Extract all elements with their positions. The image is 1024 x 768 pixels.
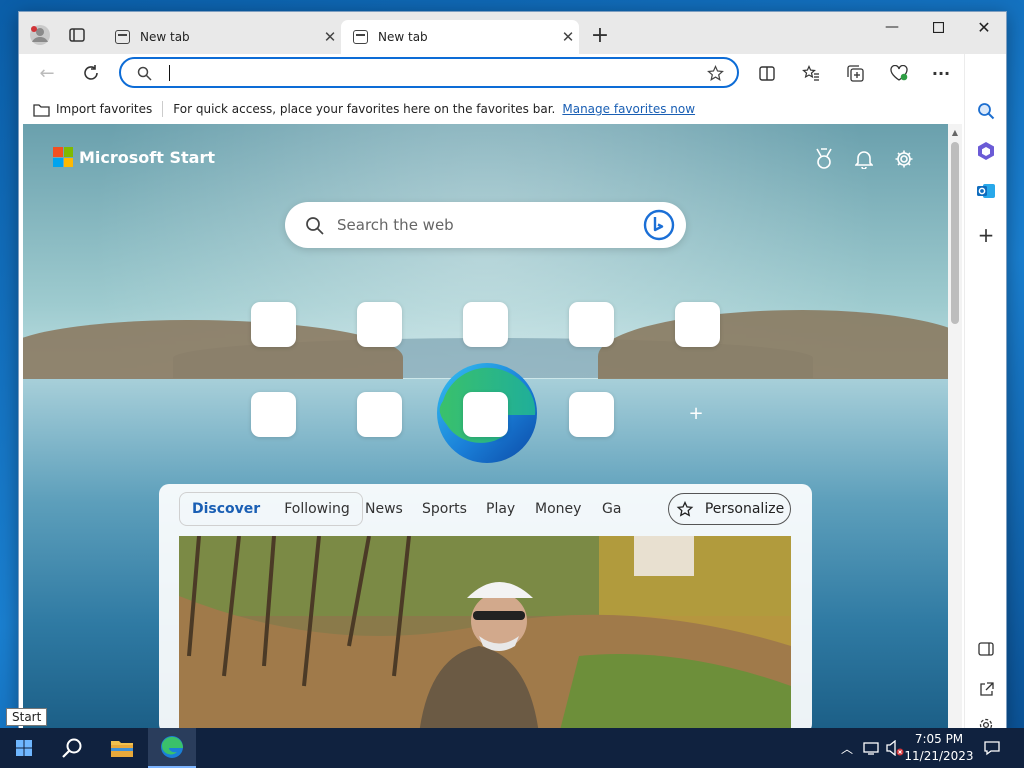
sidebar-hide-icon[interactable]: [965, 634, 1007, 664]
clock-time: 7:05 PM: [914, 732, 964, 746]
manage-favorites-link[interactable]: Manage favorites now: [562, 102, 695, 116]
tab-title: New tab: [140, 30, 190, 44]
import-favorites-icon: [32, 101, 50, 117]
maximize-icon[interactable]: [915, 12, 961, 42]
tab-favicon-icon: [353, 30, 368, 44]
start-tooltip: Start: [6, 708, 48, 726]
address-input[interactable]: [165, 62, 685, 83]
open-external-icon[interactable]: [965, 674, 1007, 704]
bing-chat-icon[interactable]: [642, 208, 676, 242]
microsoft-start-logo[interactable]: Microsoft Start: [53, 147, 215, 167]
tab-following[interactable]: Following: [272, 501, 362, 517]
tab-favicon-icon: [115, 30, 130, 44]
new-tab-page: Microsoft Start Search the web + Discove…: [23, 124, 948, 729]
divider: [162, 101, 164, 117]
tab-active[interactable]: New tab ✕: [341, 20, 579, 54]
quick-link-tile[interactable]: [251, 302, 296, 347]
taskbar: ︿ 7:05 PM 11/21/2023: [0, 728, 1024, 768]
quick-link-tile[interactable]: [251, 392, 296, 437]
category-gaming[interactable]: Ga: [602, 492, 621, 526]
sidebar-search-icon[interactable]: [965, 96, 1007, 126]
close-icon[interactable]: ✕: [961, 12, 1007, 42]
brand-name: Microsoft Start: [79, 147, 215, 167]
windows-start-icon[interactable]: [0, 728, 48, 768]
edge-window: New tab ✕ New tab ✕ + — ✕ ← ··· Import f…: [18, 11, 1007, 733]
more-icon[interactable]: ···: [928, 60, 954, 86]
profile-icon[interactable]: [27, 22, 53, 48]
close-tab-icon[interactable]: ✕: [557, 28, 579, 46]
navigation-bar: ← ···: [19, 54, 1006, 94]
category-news[interactable]: News: [365, 492, 403, 526]
refresh-icon[interactable]: [77, 60, 105, 86]
category-money[interactable]: Money: [535, 492, 581, 526]
favorites-icon[interactable]: [798, 60, 824, 86]
address-bar[interactable]: [119, 57, 739, 88]
page-scrollbar[interactable]: ▲: [948, 124, 962, 729]
sidebar-add-icon[interactable]: +: [965, 220, 1007, 250]
tab-strip: New tab ✕ New tab ✕ + — ✕: [19, 12, 1006, 54]
category-play[interactable]: Play: [486, 492, 515, 526]
collections-icon[interactable]: [842, 60, 868, 86]
split-screen-icon[interactable]: [754, 60, 780, 86]
tab-discover[interactable]: Discover: [180, 501, 272, 517]
quick-link-tile[interactable]: [357, 302, 402, 347]
personalize-label: Personalize: [704, 501, 785, 517]
taskbar-search-icon[interactable]: [48, 728, 96, 768]
tab-actions-icon[interactable]: [65, 24, 89, 46]
quick-link-tile[interactable]: [357, 392, 402, 437]
quick-link-tile[interactable]: [569, 302, 614, 347]
news-feed-panel: Discover Following News Sports Play Mone…: [159, 484, 812, 729]
back-icon[interactable]: ←: [33, 60, 61, 86]
new-tab-icon[interactable]: +: [587, 23, 613, 48]
close-tab-icon[interactable]: ✕: [319, 28, 341, 46]
favorite-star-icon[interactable]: [705, 63, 725, 83]
system-clock[interactable]: 7:05 PM 11/21/2023: [900, 731, 978, 765]
browser-essentials-icon[interactable]: [886, 60, 912, 86]
minimize-icon[interactable]: —: [869, 12, 915, 42]
tab-inactive[interactable]: New tab ✕: [103, 20, 341, 54]
scroll-up-icon[interactable]: ▲: [948, 126, 962, 138]
sidebar-outlook-icon[interactable]: [965, 176, 1007, 206]
favorites-bar-message: For quick access, place your favorites h…: [173, 102, 556, 116]
text-caret: [169, 65, 170, 81]
edge-taskbar-icon[interactable]: [148, 728, 196, 768]
rewards-icon[interactable]: [811, 146, 837, 172]
quick-link-tile[interactable]: [463, 392, 508, 437]
web-search-box[interactable]: Search the web: [285, 202, 686, 248]
scrollbar-thumb[interactable]: [951, 142, 959, 324]
search-icon: [135, 64, 153, 82]
file-explorer-icon[interactable]: [98, 728, 146, 768]
quick-link-tile[interactable]: [675, 302, 720, 347]
quick-link-tile[interactable]: [463, 302, 508, 347]
show-hidden-icons-icon[interactable]: ︿: [838, 728, 856, 768]
add-quick-link-icon[interactable]: +: [687, 403, 705, 424]
personalize-button[interactable]: Personalize: [668, 493, 791, 525]
feed-article-image[interactable]: [179, 536, 791, 729]
notifications-icon[interactable]: [851, 146, 877, 172]
action-center-icon[interactable]: [980, 728, 1004, 768]
network-icon[interactable]: [860, 728, 882, 768]
clock-date: 11/21/2023: [904, 749, 974, 763]
feed-toggle: Discover Following: [179, 492, 363, 526]
quick-link-tile[interactable]: [569, 392, 614, 437]
search-icon: [303, 214, 325, 236]
import-favorites-button[interactable]: Import favorites: [56, 102, 152, 116]
category-sports[interactable]: Sports: [422, 492, 467, 526]
sidebar-m365-icon[interactable]: [965, 136, 1007, 166]
edge-sidebar: +: [964, 54, 1006, 733]
search-placeholder: Search the web: [337, 216, 454, 234]
tab-title: New tab: [378, 30, 428, 44]
settings-icon[interactable]: [891, 146, 917, 172]
personalize-icon: [675, 500, 695, 518]
microsoft-logo-icon: [53, 147, 73, 167]
favorites-bar: Import favorites For quick access, place…: [19, 94, 1006, 124]
